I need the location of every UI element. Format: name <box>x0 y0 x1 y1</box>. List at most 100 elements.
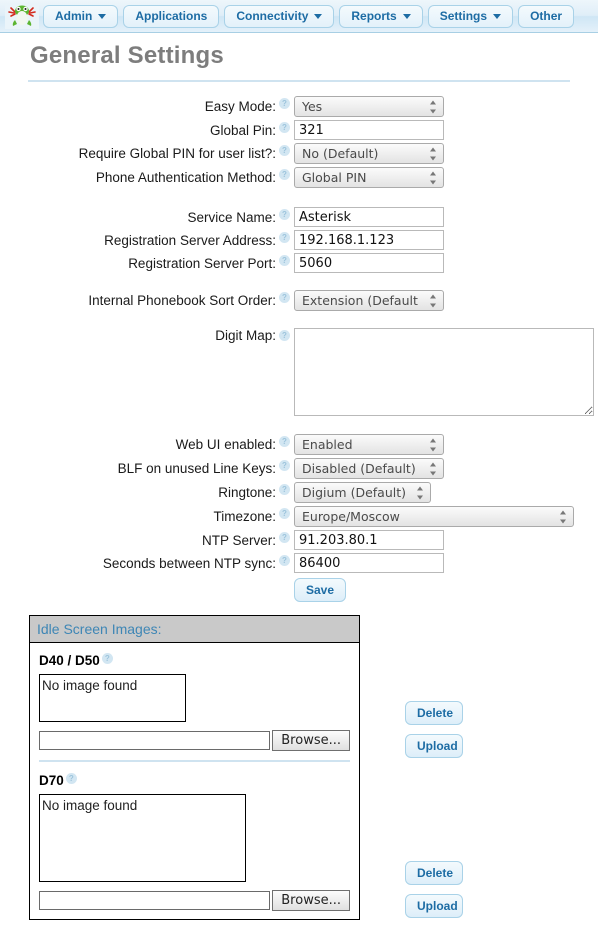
form-row: Timezone:? Europe/Moscow <box>0 506 598 527</box>
form-row: Service Name:? <box>0 207 598 227</box>
field-label: Ringtone: <box>218 485 276 500</box>
select-easy-mode[interactable]: Yes <box>294 96 444 117</box>
field-label: Registration Server Port: <box>128 255 276 271</box>
idle-screen-section: D40 / D50? No image found Browse... Delete U… <box>39 653 463 758</box>
field-label: BLF on unused Line Keys: <box>117 461 276 476</box>
nav-item-applications[interactable]: Applications <box>123 4 220 28</box>
nav-item-label: Settings <box>439 9 488 23</box>
form-row: Require Global PIN for user list?:? No (D… <box>0 143 598 164</box>
browse-button[interactable]: Browse... <box>272 890 350 911</box>
form-spacer <box>0 422 598 434</box>
select-internal-phonebook-sort-order[interactable]: Extension (Default <box>294 290 444 311</box>
form-row: Global Pin:? <box>0 120 598 140</box>
form-row: Seconds between NTP sync:? <box>0 553 598 573</box>
help-icon[interactable]: ? <box>101 653 113 664</box>
image-action-buttons: Delete Upload <box>405 701 463 758</box>
general-settings-form: Easy Mode:?YesGlobal Pin:?Require Global… <box>0 96 598 602</box>
top-navigation-bar: Admin Applications Connectivity Reports … <box>0 0 598 33</box>
help-icon[interactable]: ? <box>279 532 290 543</box>
form-row: Digit Map:? <box>0 328 598 419</box>
form-row: NTP Server:? <box>0 530 598 550</box>
idle-screen-images-header: Idle Screen Images: <box>29 615 360 643</box>
nav-item-other[interactable]: Other <box>518 4 575 28</box>
nav-item-label: Other <box>530 9 563 23</box>
image-preview-box: No image found <box>39 674 186 722</box>
help-icon[interactable]: ? <box>279 255 290 266</box>
nav-item-settings[interactable]: Settings <box>427 4 514 28</box>
field-label: Internal Phonebook Sort Order: <box>88 293 276 308</box>
field-label: NTP Server: <box>201 532 276 548</box>
help-icon[interactable]: ? <box>279 98 290 109</box>
form-row: Phone Authentication Method:? Global PIN <box>0 167 598 188</box>
input-service-name[interactable] <box>294 207 444 227</box>
help-icon[interactable]: ? <box>279 169 290 180</box>
help-icon[interactable]: ? <box>279 232 290 243</box>
browse-button[interactable]: Browse... <box>272 730 350 751</box>
help-icon[interactable]: ? <box>65 773 77 784</box>
save-button[interactable]: Save <box>294 578 347 602</box>
freepbx-frog-logo-icon[interactable] <box>5 3 39 29</box>
device-title: D40 / D50? <box>39 653 350 668</box>
device-title: D70? <box>39 773 350 788</box>
select-timezone[interactable]: Europe/Moscow <box>294 506 574 527</box>
help-icon[interactable]: ? <box>279 209 290 220</box>
field-label: Seconds between NTP sync: <box>102 555 276 571</box>
image-status-text: No image found <box>42 678 138 693</box>
idle-screen-images-body: D40 / D50? No image found Browse... Delete U… <box>29 643 463 920</box>
field-label: Service Name: <box>187 209 276 225</box>
field-label: Registration Server Address: <box>104 232 276 248</box>
input-registration-server-port[interactable] <box>294 253 444 273</box>
help-icon[interactable]: ? <box>279 292 290 303</box>
textarea-digit-map[interactable] <box>294 328 594 416</box>
nav-item-reports[interactable]: Reports <box>339 4 423 28</box>
help-icon[interactable]: ? <box>279 330 290 341</box>
help-icon[interactable]: ? <box>279 508 290 519</box>
form-row: Internal Phonebook Sort Order:? Extension… <box>0 290 598 311</box>
chevron-down-icon <box>98 13 107 19</box>
input-global-pin[interactable] <box>294 120 444 140</box>
chevron-down-icon <box>402 13 411 19</box>
upload-button[interactable]: Upload <box>405 734 463 758</box>
file-path-input[interactable] <box>39 891 271 910</box>
file-path-input[interactable] <box>39 731 271 750</box>
delete-button[interactable]: Delete <box>405 861 463 885</box>
nav-item-label: Connectivity <box>236 9 309 23</box>
select-require-global-pin-for-user-list[interactable]: No (Default) <box>294 143 444 164</box>
upload-button[interactable]: Upload <box>405 894 463 918</box>
image-action-buttons: Delete Upload <box>405 861 463 918</box>
file-upload-row: Browse... <box>39 730 350 751</box>
input-registration-server-address[interactable] <box>294 230 444 250</box>
device-title-label: D70 <box>39 773 64 788</box>
form-spacer <box>0 276 598 290</box>
nav-item-label: Reports <box>351 9 397 23</box>
help-icon[interactable]: ? <box>279 460 290 471</box>
select-blf-on-unused-line-keys[interactable]: Disabled (Default) <box>294 458 444 479</box>
help-icon[interactable]: ? <box>279 555 290 566</box>
device-title-label: D40 / D50 <box>39 653 100 668</box>
field-label: Timezone: <box>213 509 276 524</box>
form-row: Registration Server Port:? <box>0 253 598 273</box>
form-row: Ringtone:? Digium (Default) <box>0 482 598 503</box>
select-web-ui-enabled[interactable]: Enabled <box>294 434 444 455</box>
image-preview-box: No image found <box>39 794 246 882</box>
nav-item-label: Applications <box>135 9 208 23</box>
nav-item-connectivity[interactable]: Connectivity <box>224 4 335 28</box>
delete-button[interactable]: Delete <box>405 701 463 725</box>
form-row: BLF on unused Line Keys:? Disabled (Defau… <box>0 458 598 479</box>
input-ntp-server[interactable] <box>294 530 444 550</box>
nav-item-admin[interactable]: Admin <box>43 4 119 28</box>
help-icon[interactable]: ? <box>279 122 290 133</box>
select-phone-authentication-method[interactable]: Global PIN <box>294 167 444 188</box>
field-label: Require Global PIN for user list?: <box>78 146 276 161</box>
nav-item-label: Admin <box>55 9 93 23</box>
form-row: Easy Mode:? Yes <box>0 96 598 117</box>
file-upload-row: Browse... <box>39 890 350 911</box>
help-icon[interactable]: ? <box>279 145 290 156</box>
chevron-down-icon <box>314 13 323 19</box>
help-icon[interactable]: ? <box>279 484 290 495</box>
input-seconds-between-ntp-sync[interactable] <box>294 553 444 573</box>
select-ringtone[interactable]: Digium (Default) <box>294 482 431 503</box>
form-spacer <box>0 314 598 328</box>
help-icon[interactable]: ? <box>279 436 290 447</box>
